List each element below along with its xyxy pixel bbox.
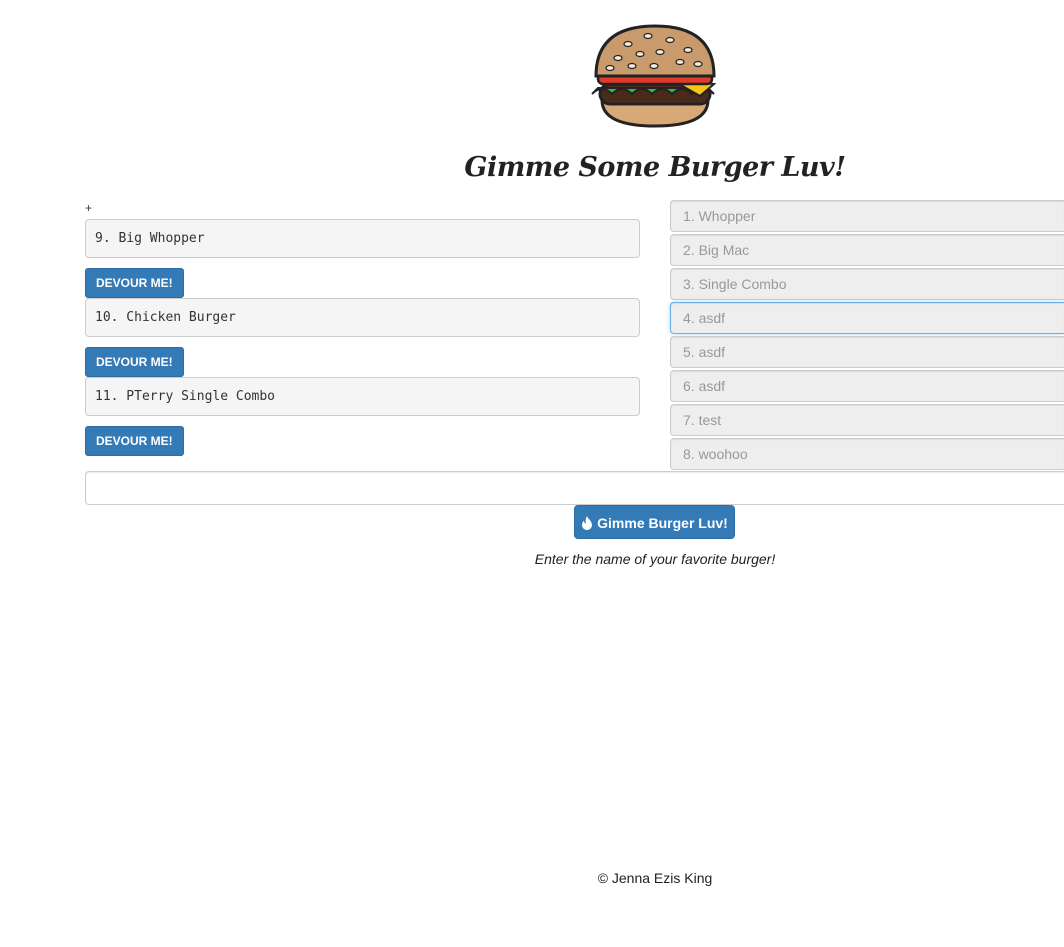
devoured-burger-list: 1. Whopper 2. Big Mac 3. Single Combo 4.…	[670, 200, 1064, 472]
flame-icon	[582, 516, 593, 530]
burger-name-box: 10. Chicken Burger	[85, 298, 640, 337]
devoured-burger-field: 1. Whopper	[670, 200, 1064, 232]
burger-name-input[interactable]	[85, 471, 1064, 505]
devoured-burger-field: 7. test	[670, 404, 1064, 436]
helper-text: Enter the name of your favorite burger!	[534, 551, 776, 567]
burger-name-box: 9. Big Whopper	[85, 219, 640, 258]
devoured-burger-field: 6. asdf	[670, 370, 1064, 402]
devoured-burger-field: 5. asdf	[670, 336, 1064, 368]
uneaten-burger-item: 11. PTerry Single Combo DEVOUR ME!	[85, 377, 640, 456]
burger-icon	[591, 24, 717, 128]
uneaten-burger-item: 9. Big Whopper DEVOUR ME!	[85, 219, 640, 298]
burger-name-box: 11. PTerry Single Combo	[85, 377, 640, 416]
devoured-burger-field: 4. asdf	[670, 302, 1064, 334]
devoured-burger-field: 8. woohoo	[670, 438, 1064, 470]
devour-button[interactable]: DEVOUR ME!	[85, 268, 184, 298]
page: Gimme Some Burger Luv! + 9. Big Whopper …	[0, 0, 1064, 947]
page-title: Gimme Some Burger Luv!	[464, 152, 846, 183]
gimme-burger-label: Gimme Burger Luv!	[597, 515, 728, 531]
footer-copyright: © Jenna Ezis King	[597, 870, 713, 886]
devour-button[interactable]: DEVOUR ME!	[85, 426, 184, 456]
devoured-burger-field: 2. Big Mac	[670, 234, 1064, 266]
stray-plus-text: +	[85, 201, 93, 215]
uneaten-burger-list: 9. Big Whopper DEVOUR ME! 10. Chicken Bu…	[85, 219, 640, 456]
gimme-burger-button[interactable]: Gimme Burger Luv!	[574, 505, 735, 539]
devour-button[interactable]: DEVOUR ME!	[85, 347, 184, 377]
devoured-burger-field: 3. Single Combo	[670, 268, 1064, 300]
uneaten-burger-item: 10. Chicken Burger DEVOUR ME!	[85, 298, 640, 377]
